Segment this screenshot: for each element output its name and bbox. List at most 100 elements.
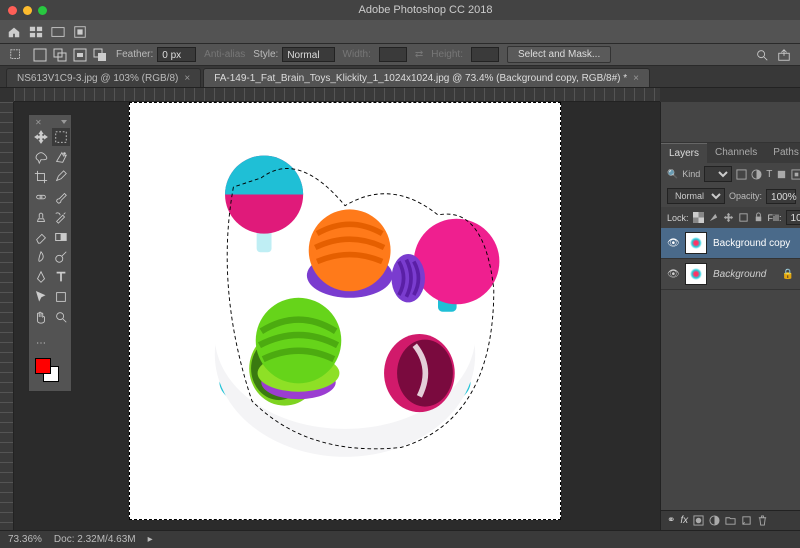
lock-all-icon[interactable] (753, 212, 764, 223)
layer-name[interactable]: Background (713, 269, 766, 280)
blur-tool[interactable] (32, 248, 50, 266)
filter-kind-select[interactable] (704, 166, 732, 182)
lock-artboard-icon[interactable] (738, 212, 749, 223)
toolbox-header[interactable]: ✕ (32, 118, 70, 126)
paths-tab[interactable]: Paths (765, 143, 800, 163)
layer-name[interactable]: Background copy (713, 238, 790, 249)
quick-select-tool[interactable] (52, 148, 70, 166)
vertical-ruler[interactable] (0, 102, 14, 530)
type-tool[interactable] (52, 268, 70, 286)
zoom-tool[interactable] (52, 308, 70, 326)
filter-kind-label: Kind (682, 169, 700, 179)
image-content (159, 122, 531, 494)
brush-tool[interactable] (52, 188, 70, 206)
width-input (379, 47, 407, 62)
screen-mode-icon[interactable] (50, 24, 66, 40)
close-tab-icon[interactable]: × (633, 73, 639, 84)
layer-mask-icon[interactable] (693, 515, 704, 526)
titlebar: Adobe Photoshop CC 2018 (0, 0, 800, 20)
new-layer-icon[interactable] (741, 515, 752, 526)
layer-thumbnail[interactable] (685, 263, 707, 285)
filter-shape-icon[interactable] (776, 169, 787, 180)
adjustment-layer-icon[interactable] (709, 515, 720, 526)
app-title: Adobe Photoshop CC 2018 (59, 4, 792, 16)
feather-input[interactable]: 0 px (157, 47, 196, 62)
document-tab[interactable]: NS613V1C9-3.jpg @ 103% (RGB/8) × (6, 68, 201, 87)
move-tool[interactable] (32, 128, 50, 146)
eyedropper-tool[interactable] (52, 168, 70, 186)
lasso-tool[interactable] (32, 148, 50, 166)
minimize-window-button[interactable] (23, 6, 32, 15)
filter-type-icon[interactable]: T (766, 169, 772, 180)
toolbox: ✕ ⋯ (28, 114, 72, 392)
selection-mode-group (32, 47, 108, 63)
path-select-tool[interactable] (32, 288, 50, 306)
document-canvas[interactable] (129, 102, 561, 520)
canvas-area[interactable]: ✕ ⋯ (14, 102, 660, 530)
close-tab-icon[interactable]: × (184, 73, 190, 84)
dodge-tool[interactable] (52, 248, 70, 266)
arrange-icon[interactable] (28, 24, 44, 40)
lock-position-icon[interactable] (723, 212, 734, 223)
layer-fx-icon[interactable]: fx (680, 515, 688, 526)
channels-tab[interactable]: Channels (707, 143, 765, 163)
pen-tool[interactable] (32, 268, 50, 286)
layers-panel: Layers Channels Paths ≡ 🔍 Kind T Normal … (661, 142, 800, 290)
opacity-input[interactable]: 100% (766, 189, 796, 204)
add-selection-icon[interactable] (52, 47, 68, 63)
shape-tool[interactable] (52, 288, 70, 306)
eraser-tool[interactable] (32, 228, 50, 246)
antialias-checkbox: Anti-alias (204, 49, 245, 60)
right-panel: Layers Channels Paths ≡ 🔍 Kind T Normal … (660, 102, 800, 530)
edit-toolbar-icon[interactable]: ⋯ (32, 334, 50, 352)
select-and-mask-button[interactable]: Select and Mask... (507, 46, 611, 63)
layer-row[interactable]: 👁 Background copy (661, 228, 800, 259)
blend-mode-select[interactable]: Normal (667, 188, 725, 204)
frame-icon[interactable] (72, 24, 88, 40)
group-icon[interactable] (725, 515, 736, 526)
height-label: Height: (431, 49, 463, 60)
tab-label: NS613V1C9-3.jpg @ 103% (RGB/8) (17, 73, 178, 84)
layers-tab[interactable]: Layers (661, 143, 707, 163)
zoom-window-button[interactable] (38, 6, 47, 15)
healing-brush-tool[interactable] (32, 188, 50, 206)
link-layers-icon[interactable]: ⚭ (667, 515, 675, 526)
layer-row[interactable]: 👁 Background 🔒 (661, 259, 800, 290)
color-swatches[interactable] (32, 358, 70, 388)
home-icon[interactable] (6, 24, 22, 40)
fill-input[interactable]: 100% (786, 210, 800, 225)
delete-layer-icon[interactable] (757, 515, 768, 526)
status-chevron-icon[interactable]: ▸ (148, 534, 153, 545)
subtract-selection-icon[interactable] (72, 47, 88, 63)
doc-size[interactable]: Doc: 2.32M/4.63M (54, 534, 136, 545)
foreground-swatch[interactable] (35, 358, 51, 374)
visibility-toggle-icon[interactable]: 👁 (667, 269, 679, 280)
filter-adjust-icon[interactable] (751, 169, 762, 180)
lock-image-icon[interactable] (708, 212, 719, 223)
history-brush-tool[interactable] (52, 208, 70, 226)
close-window-button[interactable] (8, 6, 17, 15)
lock-transparent-icon[interactable] (693, 212, 704, 223)
zoom-level[interactable]: 73.36% (8, 534, 42, 545)
filter-pixel-icon[interactable] (736, 169, 747, 180)
filter-smart-icon[interactable] (791, 169, 800, 180)
swap-wh-icon: ⇄ (415, 49, 423, 60)
horizontal-ruler[interactable] (14, 88, 660, 102)
layer-thumbnail[interactable] (685, 232, 707, 254)
hand-tool[interactable] (32, 308, 50, 326)
new-selection-icon[interactable] (32, 47, 48, 63)
status-bar: 73.36% Doc: 2.32M/4.63M ▸ (0, 530, 800, 548)
layers-panel-footer: ⚭ fx (661, 510, 800, 530)
clone-stamp-tool[interactable] (32, 208, 50, 226)
gradient-tool[interactable] (52, 228, 70, 246)
intersect-selection-icon[interactable] (92, 47, 108, 63)
marquee-tool[interactable] (52, 128, 70, 146)
visibility-toggle-icon[interactable]: 👁 (667, 238, 679, 249)
share-icon[interactable] (776, 47, 792, 63)
tool-preset-icon[interactable] (8, 47, 24, 63)
search-icon[interactable] (754, 47, 770, 63)
document-tab[interactable]: FA-149-1_Fat_Brain_Toys_Klickity_1_1024x… (203, 68, 650, 87)
style-select[interactable]: Normal (282, 47, 334, 62)
crop-tool[interactable] (32, 168, 50, 186)
document-tabs: NS613V1C9-3.jpg @ 103% (RGB/8) × FA-149-… (0, 66, 800, 88)
